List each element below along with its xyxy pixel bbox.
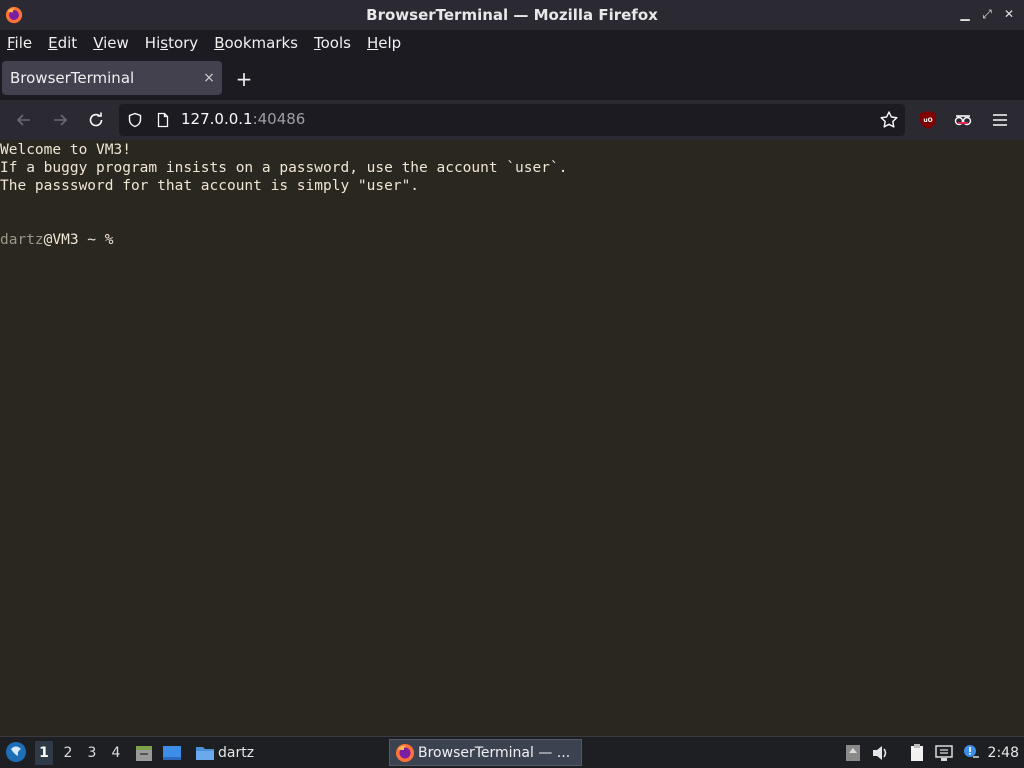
terminal-line: If a buggy program insists on a password… [0, 160, 568, 176]
reload-button[interactable] [85, 109, 107, 131]
menu-bar: File Edit View History Bookmarks Tools Help [0, 30, 1024, 55]
menu-tools[interactable]: Tools [314, 34, 351, 52]
arrow-left-icon [16, 114, 30, 126]
menu-history[interactable]: History [145, 34, 198, 52]
tab-bar: BrowserTerminal × + [0, 55, 1024, 100]
task-firefox[interactable]: BrowserTerminal — ... [389, 739, 582, 766]
ublock-icon[interactable]: uO [918, 110, 938, 130]
workspace-3[interactable]: 3 [83, 745, 101, 761]
notification-icon[interactable] [961, 743, 981, 763]
tab-label: BrowserTerminal [10, 69, 135, 87]
svg-text:uO: uO [923, 117, 932, 124]
tab-browserterminal[interactable]: BrowserTerminal × [2, 61, 222, 95]
forward-button[interactable] [49, 109, 71, 131]
window-titlebar: BrowserTerminal — Mozilla Firefox ▁ ⤢ ✕ [0, 0, 1024, 30]
terminal-line: Welcome to VM3! [0, 142, 131, 158]
workspace-1[interactable]: 1 [35, 741, 53, 765]
star-icon[interactable] [879, 110, 899, 130]
terminal-line: The passsword for that account is simply… [0, 178, 420, 194]
menu-file[interactable]: File [7, 34, 32, 52]
show-desktop-icon[interactable] [162, 743, 182, 763]
minimize-button[interactable]: ▁ [956, 5, 974, 23]
extension-glasses-icon[interactable] [953, 110, 973, 130]
update-icon[interactable] [843, 743, 863, 763]
menu-view[interactable]: View [93, 34, 129, 52]
menu-bookmarks[interactable]: Bookmarks [214, 34, 298, 52]
terminal-output[interactable]: Welcome to VM3! If a buggy program insist… [0, 140, 1024, 736]
volume-icon[interactable] [870, 743, 890, 763]
terminal-prompt[interactable]: dartz@VM3 ~ % [0, 231, 1024, 249]
hamburger-menu-icon[interactable] [990, 110, 1010, 130]
arrow-right-icon [54, 114, 68, 126]
prompt-user: dartz [0, 232, 44, 248]
clipboard-icon[interactable] [907, 743, 927, 763]
url-text[interactable]: 127.0.0.1:40486 [181, 110, 305, 128]
navigation-toolbar: 127.0.0.1:40486 uO [0, 100, 1024, 140]
shield-icon[interactable] [127, 112, 143, 128]
workspace-2[interactable]: 2 [59, 745, 77, 761]
url-bar[interactable]: 127.0.0.1:40486 [119, 104, 905, 136]
clock: 2:48 [987, 745, 1019, 761]
firefox-icon [5, 6, 23, 24]
new-tab-button[interactable]: + [233, 67, 255, 91]
firefox-icon [396, 744, 414, 762]
start-menu-icon[interactable] [5, 741, 27, 763]
window-title: BrowserTerminal — Mozilla Firefox [366, 6, 658, 24]
close-window-button[interactable]: ✕ [1000, 5, 1018, 23]
menu-edit[interactable]: Edit [48, 34, 77, 52]
folder-task-label[interactable]: dartz [218, 745, 254, 761]
url-port: :40486 [252, 110, 306, 128]
taskbar: 1 2 3 4 dartz BrowserTerminal — ... 2:48 [0, 736, 1024, 768]
url-host: 127.0.0.1 [181, 110, 253, 128]
workspace-4[interactable]: 4 [107, 745, 125, 761]
back-button[interactable] [13, 109, 35, 131]
folder-icon[interactable] [195, 743, 215, 763]
task-label: BrowserTerminal — ... [418, 745, 571, 761]
prompt-host: @VM3 ~ % [43, 232, 123, 248]
menu-help[interactable]: Help [367, 34, 401, 52]
page-icon[interactable] [155, 112, 171, 128]
file-manager-icon[interactable] [134, 743, 154, 763]
network-icon[interactable] [934, 743, 954, 763]
tab-close-icon[interactable]: × [196, 70, 222, 86]
reload-icon [89, 112, 103, 127]
restore-button[interactable]: ⤢ [978, 5, 996, 23]
